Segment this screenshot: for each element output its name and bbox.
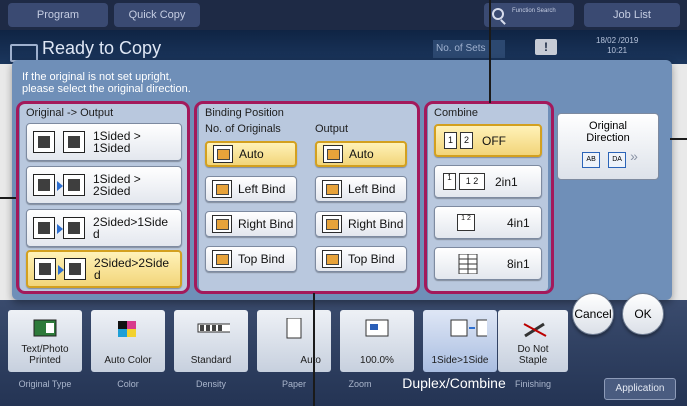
function-search-label: Function Search [512,8,556,14]
density-icon [197,323,230,333]
caption-original-type: Original Type [18,379,72,389]
direction-rotated-icon: DA [608,152,627,168]
tab-quick-copy[interactable]: Quick Copy [114,3,200,27]
caption-duplex-combine: Duplex/Combine [402,375,506,391]
tile-finishing[interactable]: Do Not Staple [498,310,568,372]
staple-icon [523,322,547,338]
application-button[interactable]: Application [604,378,676,400]
tile-original-type[interactable]: Text/Photo Printed [8,310,82,372]
document-icon [33,319,57,337]
tile-value: Do Not Staple [517,344,549,366]
time-text: 10:21 [607,46,628,55]
zoom-icon [365,319,389,337]
tile-zoom[interactable]: 100.0% [340,310,414,372]
instruction-message: If the original is not set upright, plea… [22,71,191,95]
date-time: 18/02 /2019 10:21 [596,36,638,56]
original-direction-label-1: Original [589,120,627,132]
original-direction-label-2: Direction [586,132,630,144]
ok-button[interactable]: OK [622,293,664,335]
tile-density[interactable]: Standard [174,310,248,372]
callout-original-output [16,101,190,294]
tile-color[interactable]: Auto Color [91,310,165,372]
copy-screen: Program Quick Copy Function Search Job L… [0,0,687,406]
duplex-icon [450,319,487,337]
tile-value: 1Side>1Side [431,355,489,366]
caption-density: Density [195,379,226,389]
color-icon [118,321,136,337]
callout-combine [424,101,554,294]
tile-value: Auto Color [104,355,152,366]
callout-leader-combine [489,0,491,103]
caption-finishing: Finishing [514,379,552,389]
job-list-button[interactable]: Job List [584,3,680,27]
warning-icon[interactable]: ! [535,39,557,55]
message-line-2: please select the original direction. [22,83,191,95]
no-of-sets-field[interactable]: No. of Sets [433,40,505,58]
message-line-1: If the original is not set upright, [22,71,172,83]
direction-upright-icon: AB [582,152,601,168]
date-text: 18/02 /2019 [596,36,639,45]
callout-leader-binding [313,293,315,406]
tile-value: Standard [190,355,232,366]
top-bar: Program Quick Copy Function Search Job L… [0,0,687,30]
cancel-button[interactable]: Cancel [572,293,614,335]
page-title: Ready to Copy [42,38,162,58]
tile-value: Text/Photo Printed [21,344,69,366]
original-direction-button[interactable]: Original Direction AB DA» [557,113,659,180]
callout-binding-position [194,101,420,294]
more-arrows-icon: » [630,148,638,164]
caption-zoom: Zoom [348,379,372,389]
tile-value: 100.0% [360,355,394,366]
callout-leader-direction [670,138,687,140]
tile-duplex-combine[interactable]: 1Side>1Side [423,310,497,372]
paper-icon [286,318,302,339]
tile-value: Auto [300,355,321,366]
callout-leader-original [0,197,16,199]
caption-color: Color [117,379,139,389]
search-icon [492,8,504,20]
tab-program[interactable]: Program [8,3,108,27]
status-header: Ready to Copy No. of Sets ! 18/02 /2019 … [0,30,687,64]
tile-paper[interactable]: Auto [257,310,331,372]
function-search-button[interactable]: Function Search [484,3,574,27]
